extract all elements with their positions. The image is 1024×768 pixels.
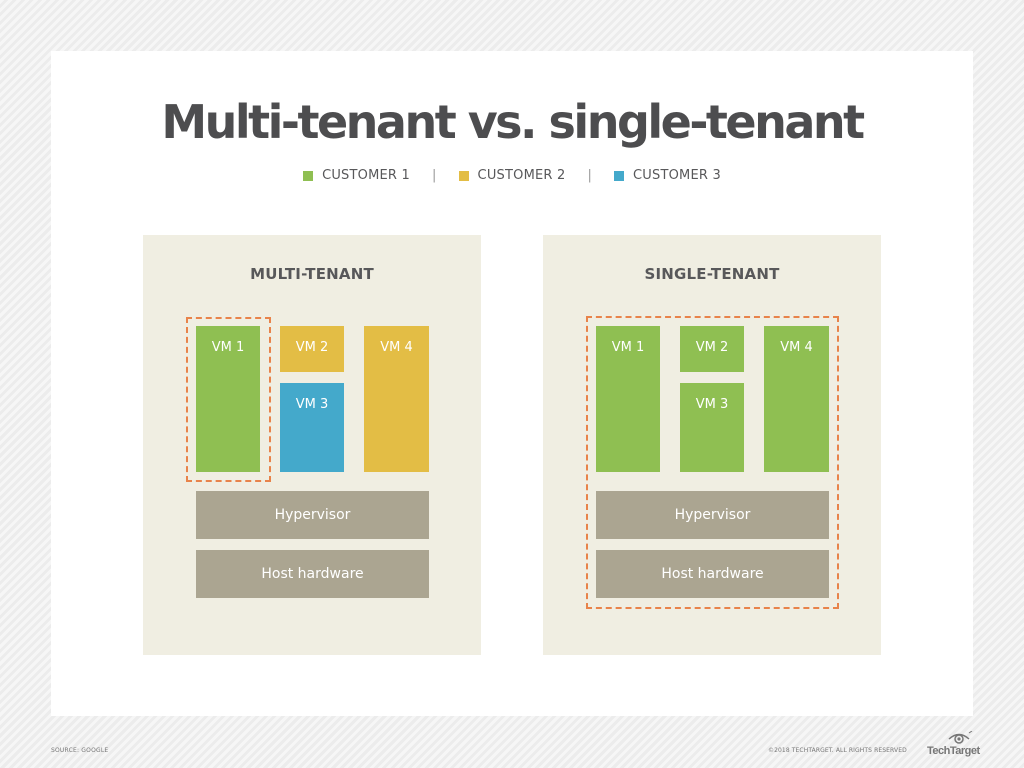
vm-4: VM 4 <box>764 326 829 472</box>
hypervisor-layer: Hypervisor <box>196 491 429 539</box>
legend-swatch-customer-3 <box>614 170 625 181</box>
vm-4: VM 4 <box>364 326 429 472</box>
source-note: SOURCE: GOOGLE <box>51 747 109 754</box>
panel-title: MULTI-TENANT <box>250 265 374 283</box>
vm-3: VM 3 <box>680 383 744 472</box>
hypervisor-layer: Hypervisor <box>596 491 829 539</box>
vm-1: VM 1 <box>196 326 260 472</box>
legend-label: CUSTOMER 3 <box>633 168 721 183</box>
legend-label: CUSTOMER 2 <box>477 168 566 183</box>
legend-item-customer-1: CUSTOMER 1 <box>303 168 410 183</box>
legend-item-customer-3: CUSTOMER 3 <box>614 168 721 183</box>
multi-tenant-panel: MULTI-TENANT VM 1 VM 2 VM 3 VM 4 Hypervi… <box>143 235 481 655</box>
host-hardware-layer: Host hardware <box>596 550 829 598</box>
vm-1: VM 1 <box>596 326 660 472</box>
single-tenant-panel: SINGLE-TENANT VM 1 VM 2 VM 3 VM 4 Hyperv… <box>543 235 881 655</box>
techtarget-logo: TechTarget <box>927 731 980 761</box>
legend-label: CUSTOMER 1 <box>322 168 410 183</box>
host-hardware-layer: Host hardware <box>196 550 429 598</box>
logo-text: TechTarget <box>927 745 980 757</box>
vm-3: VM 3 <box>280 383 344 472</box>
legend: CUSTOMER 1 | CUSTOMER 2 | CUSTOMER 3 <box>0 168 1024 183</box>
vm-2: VM 2 <box>680 326 744 372</box>
panel-title: SINGLE-TENANT <box>644 265 780 283</box>
legend-separator: | <box>587 168 593 183</box>
legend-item-customer-2: CUSTOMER 2 <box>458 168 566 183</box>
legend-swatch-customer-1 <box>303 170 314 181</box>
legend-separator: | <box>431 168 437 183</box>
page-title: Multi-tenant vs. single-tenant <box>161 95 865 149</box>
legend-swatch-customer-2 <box>458 170 469 181</box>
vm-2: VM 2 <box>280 326 344 372</box>
copyright-note: ©2018 TECHTARGET. ALL RIGHTS RESERVED <box>768 747 907 754</box>
